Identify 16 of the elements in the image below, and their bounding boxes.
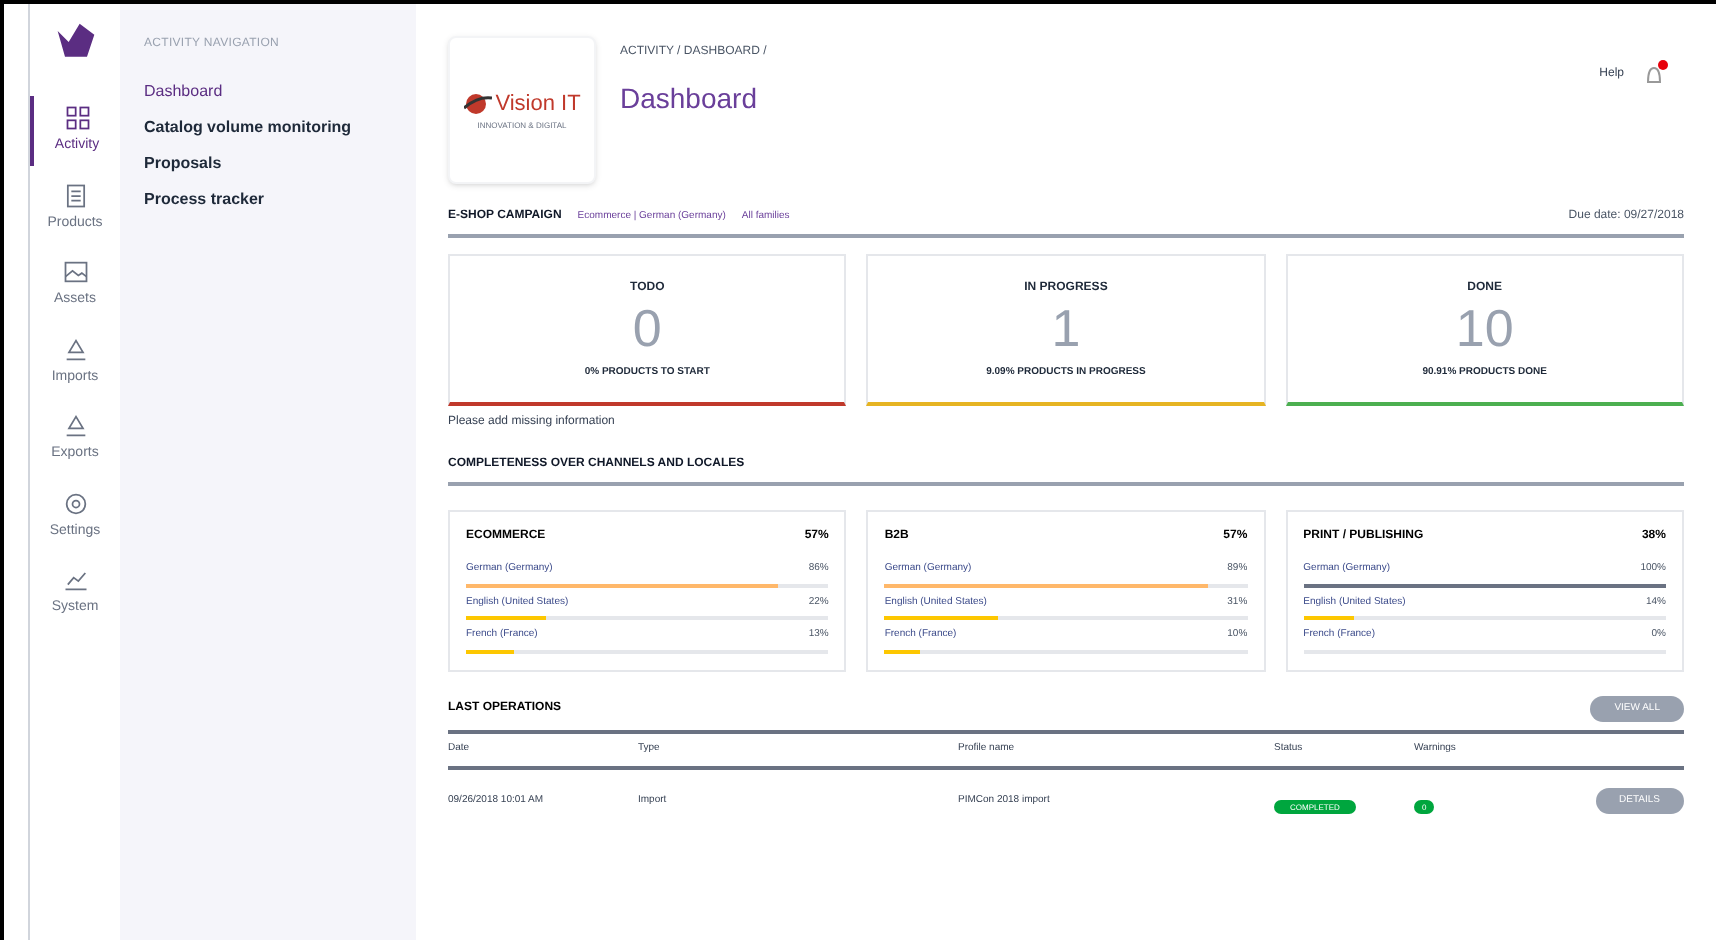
gear-icon	[61, 489, 89, 517]
submenu-link[interactable]: Process tracker	[144, 186, 392, 214]
submenu-link[interactable]: Proposals	[144, 150, 392, 178]
card-count: 10	[1455, 298, 1514, 358]
image-icon	[61, 258, 89, 286]
card-count: 1	[1051, 298, 1081, 358]
submenu-link[interactable]: Dashboard	[144, 78, 392, 106]
globe-icon	[463, 92, 492, 116]
document-icon	[61, 181, 89, 209]
grid-icon	[63, 104, 91, 132]
logo-text: Vision IT	[495, 89, 581, 120]
page-title: Dashboard	[620, 80, 759, 118]
triangle-icon	[61, 412, 89, 440]
card-count: 0	[632, 298, 662, 358]
triangle-icon	[61, 335, 89, 363]
submenu-link[interactable]: Catalog volume monitoring	[144, 114, 392, 142]
